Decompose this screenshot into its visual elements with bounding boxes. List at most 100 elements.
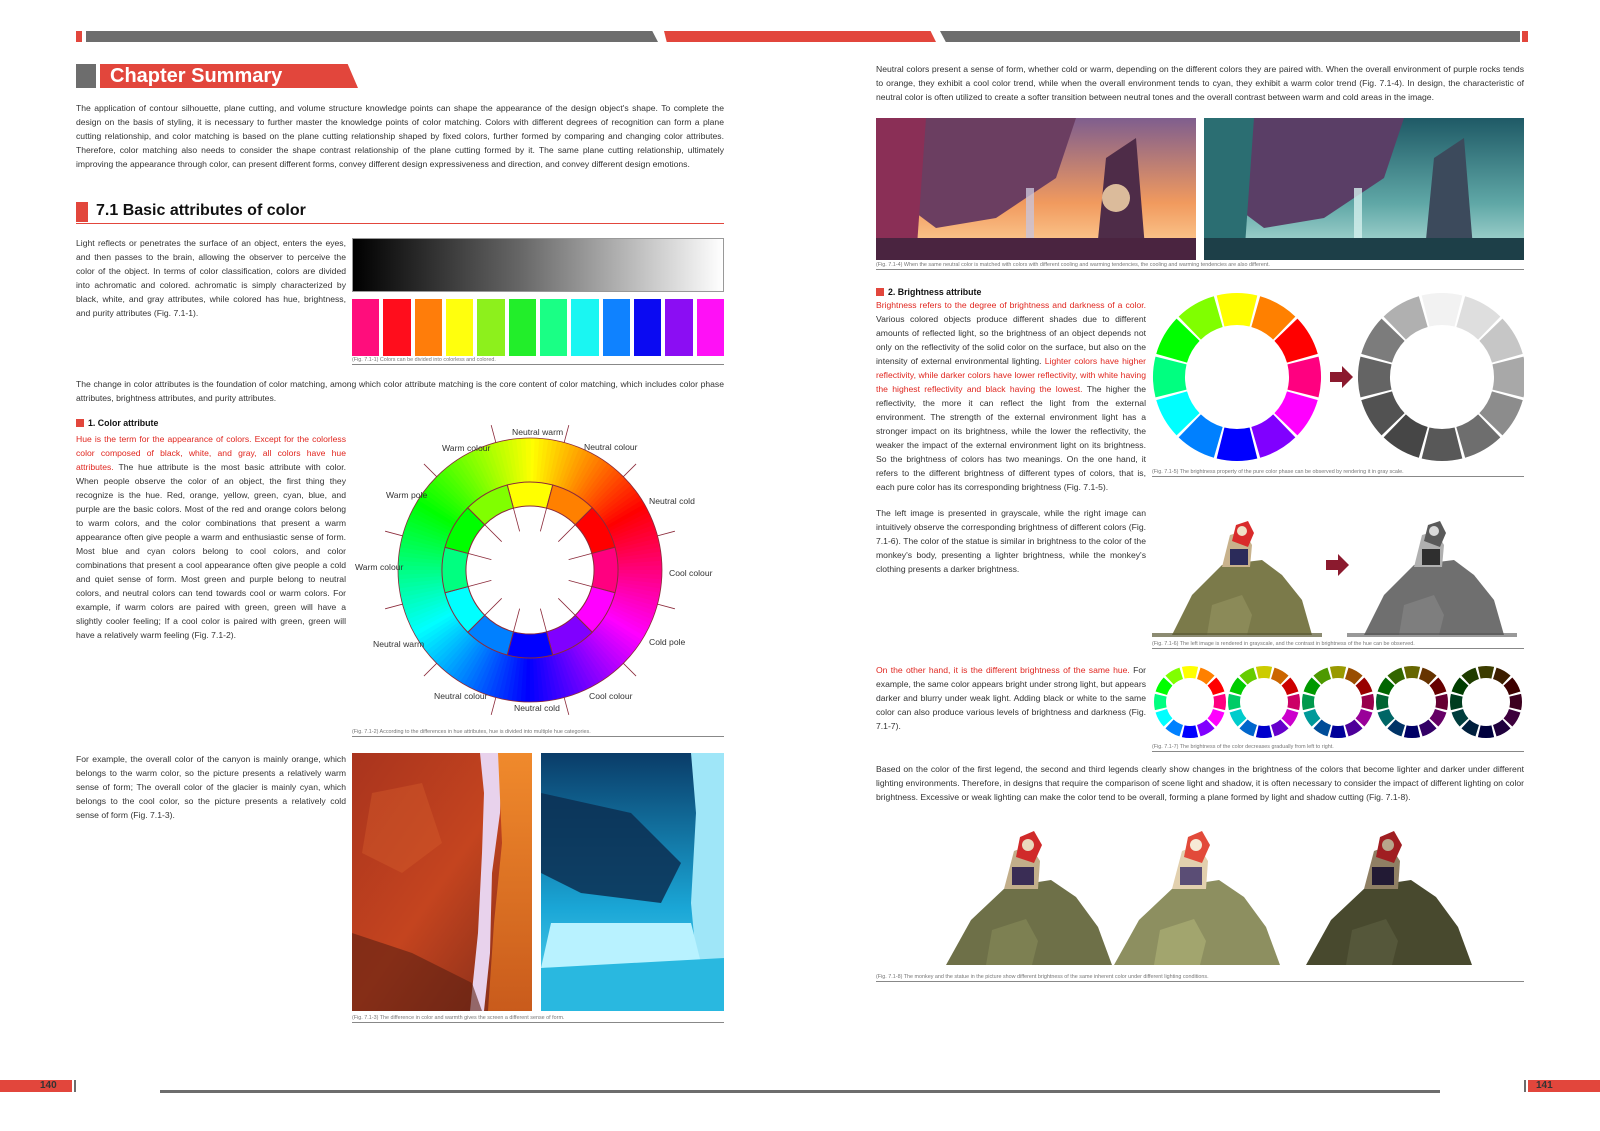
brightness-level-segment — [1255, 725, 1273, 738]
canyon-glacier-paragraph: For example, the overall color of the ca… — [76, 754, 346, 820]
arrow-right-icon — [1326, 554, 1349, 576]
brightness-gray-segment — [1421, 293, 1463, 327]
fig712-caption: (Fig. 7.1-2) According to the difference… — [352, 729, 591, 735]
brightness-level-segment — [1435, 693, 1448, 711]
fig717-caption: (Fig. 7.1-7) The brightness of the color… — [1152, 744, 1334, 750]
monkey-statue-color — [1152, 521, 1322, 637]
monkey-statue-bright-light — [1114, 831, 1280, 965]
wheel-label-cool-colour-right: Cool colour — [669, 568, 713, 578]
fig716-caption: (Fig. 7.1-6) The left image is rendered … — [1152, 641, 1415, 647]
brightness-level-segment — [1154, 693, 1167, 711]
monkey-statue-lighting-variants — [946, 831, 1472, 965]
canyon-illustration — [352, 753, 532, 1011]
brightness-level-segment — [1302, 693, 1315, 711]
wheel-hue-segment — [506, 481, 554, 509]
fig711-caption: (Fig. 7.1-1) Colors can be divided into … — [352, 357, 496, 363]
color-swatch — [602, 299, 630, 356]
color-swatch — [414, 299, 442, 356]
wheel-label-neutral-warm-bottom: Neutral warm — [373, 639, 424, 649]
wheel-label-neutral-colour-top: Neutral colour — [584, 442, 638, 452]
page-number-right: 141 — [1536, 1080, 1553, 1091]
color-attribute-heading-text: 1. Color attribute — [88, 418, 159, 428]
brightness-level-segment — [1361, 693, 1374, 711]
brightness-paragraph: Brightness refers to the degree of brigh… — [876, 298, 1146, 494]
wheel-hue-segment — [506, 631, 554, 659]
brightness-color-wheel — [1153, 293, 1321, 461]
grayscale-paragraph: The left image is presented in grayscale… — [876, 508, 1146, 574]
color-swatch — [383, 299, 411, 356]
top-bar-right-red-tab — [1522, 31, 1528, 42]
chapter-title-block: Chapter Summary — [76, 64, 358, 88]
brightness-level-wheel — [1302, 666, 1374, 738]
brightness-hue-segment — [1287, 356, 1321, 398]
fig715-caption: (Fig. 7.1-5) The brightness property of … — [1152, 469, 1404, 475]
page-number-left: 140 — [40, 1080, 57, 1091]
wheel-hue-segment — [591, 546, 619, 594]
brightness-gray-segment — [1358, 356, 1392, 398]
chapter-title-gray-square — [76, 64, 96, 88]
wheel-label-neutral-colour-bottom: Neutral colour — [434, 691, 488, 701]
brightness-gray-wheel — [1358, 293, 1524, 461]
top-bar-gray-1 — [86, 31, 658, 42]
arrow-right-icon — [1330, 366, 1353, 388]
top-bar-gray-2 — [940, 31, 1520, 42]
color-swatch — [696, 299, 724, 356]
lighting-paragraph: Based on the color of the first legend, … — [876, 764, 1524, 802]
chapter-title: Chapter Summary — [110, 65, 283, 87]
wheel-label-neutral-warm-top: Neutral warm — [512, 427, 563, 437]
color-swatch — [665, 299, 693, 356]
color-swatch-row — [352, 299, 724, 356]
fig716-caption-line — [1152, 648, 1524, 649]
gradient-bar-achromatic — [352, 238, 724, 292]
wheel-label-warm-colour-left: Warm colour — [355, 562, 404, 572]
color-attribute-heading: 1. Color attribute — [76, 418, 158, 428]
footer-left-red-tab — [0, 1080, 72, 1092]
footer-center-gray-line — [160, 1090, 1440, 1093]
wheel-label-neutral-cold-right: Neutral cold — [649, 496, 695, 506]
neutral-colors-paragraph: Neutral colors present a sense of form, … — [876, 64, 1524, 102]
top-bar-left-red-tab — [76, 31, 82, 42]
color-swatch — [445, 299, 474, 356]
brightness-gray-segment — [1492, 356, 1524, 398]
wheel-label-warm-colour-top: Warm colour — [442, 443, 491, 453]
monkey-statue-dim-light — [1306, 831, 1472, 965]
brightness-level-segment — [1181, 666, 1199, 679]
same-hue-red-text: On the other hand, it is the different b… — [876, 665, 1130, 675]
brightness-level-segment — [1329, 666, 1347, 679]
fig718-caption-line — [876, 981, 1524, 982]
heading-square-icon — [76, 419, 84, 427]
brightness-body-text-2: The higher the reflectivity, the more it… — [876, 384, 1146, 492]
brightness-level-segment — [1255, 666, 1273, 679]
brightness-wheels-figure — [1153, 293, 1524, 461]
fig713-caption: (Fig. 7.1-3) The difference in color and… — [352, 1015, 565, 1021]
monkey-statue-color-and-gray — [1152, 521, 1517, 637]
hue-wheel-figure: Neutral warm Neutral colour Warm colour … — [355, 425, 713, 715]
brightness-red-text-1: Brightness refers to the degree of brigh… — [876, 300, 1146, 310]
brightness-attribute-heading-text: 2. Brightness attribute — [888, 287, 982, 297]
brightness-hue-segment — [1216, 293, 1258, 327]
wheel-label-neutral-cold-bottom: Neutral cold — [514, 703, 560, 713]
hue-wheel-outer-ring — [398, 438, 662, 702]
fig714-caption-line — [876, 269, 1524, 270]
color-swatch — [508, 299, 536, 356]
footer-right-gray-tick — [1524, 1080, 1526, 1092]
monkey-statue-gray — [1347, 521, 1517, 637]
color-swatch — [352, 299, 380, 356]
monkey-statue-normal-light — [946, 831, 1112, 965]
brightness-level-wheel — [1376, 666, 1448, 738]
brightness-level-segment — [1329, 725, 1347, 738]
chapter-intro-paragraph: The application of contour silhouette, p… — [76, 103, 724, 169]
footer-left-gray-tick — [74, 1080, 76, 1092]
brightness-level-segment — [1287, 693, 1300, 711]
heading-square-icon — [876, 288, 884, 296]
brightness-hue-segment — [1216, 427, 1258, 461]
brightness-level-segment — [1509, 693, 1522, 711]
wheel-label-cool-colour-bottom: Cool colour — [589, 691, 633, 701]
sec71-paragraph: Light reflects or penetrates the surface… — [76, 238, 346, 318]
fig713-caption-line — [352, 1022, 724, 1023]
wheel-label-warm-pole: Warm pole — [386, 490, 427, 500]
fig712-caption-line — [352, 736, 724, 737]
color-swatch — [571, 299, 599, 356]
color-swatch — [633, 299, 662, 356]
brightness-level-segment — [1181, 725, 1199, 738]
